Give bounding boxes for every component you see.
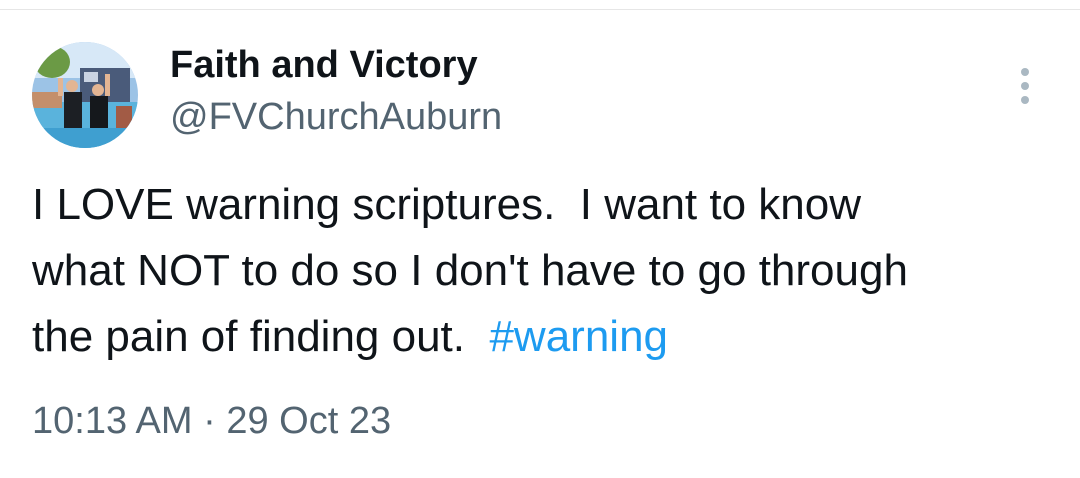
tweet-time: 10:13 AM (32, 400, 193, 442)
more-options-button[interactable] (1008, 62, 1042, 110)
tweet: Faith and Victory @FVChurchAuburn I LOVE… (0, 0, 1080, 478)
author-display-name[interactable]: Faith and Victory (170, 44, 478, 87)
author-avatar[interactable] (32, 42, 138, 148)
tweet-text: I LOVE warning scriptures. I want to kno… (32, 172, 1062, 370)
hashtag-link[interactable]: #warning (489, 312, 668, 361)
meta-separator: · (192, 400, 227, 442)
tweet-text-line: the pain of finding out. #warning (32, 304, 1062, 370)
more-vertical-icon (1021, 68, 1029, 104)
tweet-date: 29 Oct 23 (226, 400, 392, 442)
tweet-text-line: what NOT to do so I don't have to go thr… (32, 246, 908, 295)
tweet-text-line: I LOVE warning scriptures. I want to kno… (32, 180, 862, 229)
avatar-photo-icon (32, 42, 138, 148)
tweet-timestamp[interactable]: 10:13 AM · 29 Oct 23 (32, 400, 391, 443)
author-handle[interactable]: @FVChurchAuburn (170, 96, 502, 139)
tweet-text-segment: the pain of finding out. (32, 312, 490, 361)
